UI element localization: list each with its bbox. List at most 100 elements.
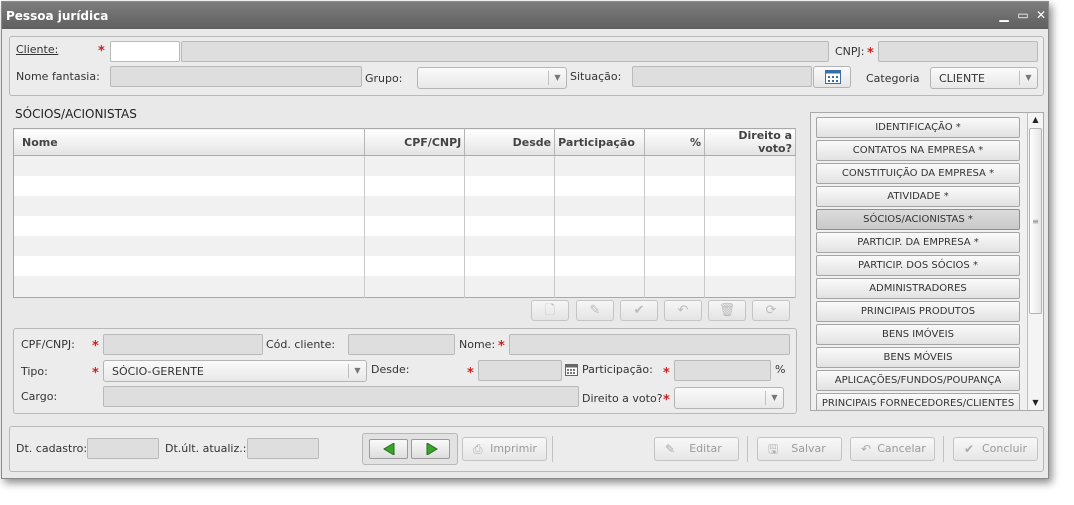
minimize-icon[interactable]: ▁ [996,7,1012,23]
concluir-label: Concluir [981,442,1028,455]
scroll-down-icon[interactable]: ▼ [1028,396,1043,410]
previous-record-button[interactable] [369,439,408,459]
nav-item-contatos[interactable]: CONTATOS NA EMPRESA * [816,140,1020,161]
nav-item-particip-empresa[interactable]: PARTICIP. DA EMPRESA * [816,232,1020,253]
nome-fantasia-field [110,66,362,87]
nav-item-particip-socios[interactable]: PARTICIP. DOS SÓCIOS * [816,255,1020,276]
new-document-button[interactable]: 🗋 [531,300,569,321]
printer-icon: ⎙ [473,442,483,456]
grupo-select[interactable]: ▼ [417,67,567,89]
cod-cliente-label: Cód. cliente: [266,338,336,351]
scroll-thumb[interactable]: ≡ [1029,128,1042,314]
categoria-label: Categoria [866,72,920,85]
undo-icon: ↶ [861,442,872,456]
dt-ult-atualiz-field [247,438,319,459]
pessoa-juridica-window: Pessoa jurídica ▁ ▭ ✕ Cliente: * CNPJ: *… [1,1,1049,479]
calendar-button[interactable] [813,66,851,88]
required-mark: * [663,393,670,408]
concluir-button[interactable]: ✔ Concluir [953,437,1038,461]
nav-item-socios[interactable]: SÓCIOS/ACIONISTAS * [816,209,1020,230]
refresh-button[interactable]: ⟳ [752,300,790,321]
situacao-label: Situação: [570,70,622,83]
nav-item-administradores[interactable]: ADMINISTRADORES [816,278,1020,299]
section-nav-list: IDENTIFICAÇÃO * CONTATOS NA EMPRESA * CO… [810,112,1044,411]
nav-item-fornecedores[interactable]: PRINCIPAIS FORNECEDORES/CLIENTES [816,393,1020,410]
nav-item-produtos[interactable]: PRINCIPAIS PRODUTOS [816,301,1020,322]
table-row[interactable] [13,155,796,176]
undo-row-button[interactable]: ↶ [664,300,702,321]
column-header-percent[interactable]: % [644,128,706,156]
required-mark: * [92,366,99,381]
categoria-select[interactable]: CLIENTE ▼ [930,67,1038,89]
nome-label: Nome: [459,338,496,351]
cpf-cnpj-field[interactable] [103,334,263,355]
cnpj-label: CNPJ: [835,45,865,58]
salvar-label: Salvar [791,442,826,455]
edit-row-button[interactable]: ✎ [576,300,614,321]
table-row[interactable] [13,215,796,236]
tipo-value: SÓCIO-GERENTE [112,365,204,378]
dt-cadastro-field [87,438,159,459]
nav-item-identificacao[interactable]: IDENTIFICAÇÃO * [816,117,1020,138]
imprimir-label: Imprimir [490,442,537,455]
delete-row-button[interactable]: 🗑 [708,300,746,321]
direito-voto-select[interactable]: ▼ [674,387,784,409]
pencil-icon: ✎ [665,442,676,456]
chevron-down-icon: ▼ [548,71,566,85]
required-mark: * [98,44,105,59]
separator [747,436,748,462]
undo-icon: ↶ [677,303,689,318]
arrow-right-icon [426,443,438,455]
arrow-left-icon [383,443,395,455]
table-row[interactable] [13,235,796,256]
chevron-down-icon: ▼ [1019,71,1037,85]
cargo-label: Cargo: [21,390,58,403]
column-header-direito-voto[interactable]: Direito a voto? [704,128,796,156]
editar-button[interactable]: ✎ Editar [654,437,739,461]
required-mark: * [467,366,474,381]
save-icon: 🖫 [768,442,779,456]
close-icon[interactable]: ✕ [1033,7,1049,23]
column-header-desde[interactable]: Desde [464,128,556,156]
editar-label: Editar [689,442,722,455]
cod-cliente-field[interactable] [348,334,455,355]
nav-item-constituicao[interactable]: CONSTITUIÇÃO DA EMPRESA * [816,163,1020,184]
refresh-icon: ⟳ [765,303,777,318]
scroll-up-icon[interactable]: ▲ [1028,113,1043,127]
nav-item-aplicacoes[interactable]: APLICAÇÕES/FUNDOS/POUPANÇA [816,370,1020,391]
nome-field[interactable] [509,334,790,355]
chevron-down-icon: ▼ [765,391,783,405]
title-bar: Pessoa jurídica ▁ ▭ ✕ [2,2,1048,29]
chevron-down-icon: ▼ [348,364,366,378]
salvar-button[interactable]: 🖫 Salvar [757,437,842,461]
separator [552,436,553,462]
calendar-icon[interactable] [565,364,578,376]
tipo-select[interactable]: SÓCIO-GERENTE ▼ [103,360,367,382]
desde-field[interactable] [478,360,562,381]
cancelar-button[interactable]: ↶ Cancelar [850,437,935,461]
nav-scrollbar[interactable]: ▲ ≡ ▼ [1027,113,1043,410]
column-header-nome[interactable]: Nome [13,128,366,156]
participacao-field[interactable] [674,360,771,381]
imprimir-button[interactable]: ⎙ Imprimir [462,437,547,461]
checkmark-icon: ✔ [964,442,975,456]
table-row[interactable] [13,275,796,298]
cliente-code-input[interactable] [110,41,180,62]
column-header-cpf[interactable]: CPF/CNPJ [364,128,466,156]
cnpj-field [878,41,1038,62]
record-navigation [362,433,458,465]
direito-voto-label: Direito a voto? [582,392,663,405]
cargo-field[interactable] [103,386,579,407]
table-row[interactable] [13,255,796,276]
table-row[interactable] [13,195,796,216]
table-row[interactable] [13,175,796,196]
maximize-icon[interactable]: ▭ [1015,7,1031,23]
confirm-row-button[interactable]: ✔ [620,300,658,321]
grupo-label: Grupo: [365,72,403,85]
nav-item-bens-imoveis[interactable]: BENS IMÓVEIS [816,324,1020,345]
nav-item-bens-moveis[interactable]: BENS MÓVEIS [816,347,1020,368]
checkmark-icon: ✔ [633,303,645,318]
next-record-button[interactable] [411,439,450,459]
nav-item-atividade[interactable]: ATIVIDADE * [816,186,1020,207]
column-header-participacao[interactable]: Participação [554,128,646,156]
